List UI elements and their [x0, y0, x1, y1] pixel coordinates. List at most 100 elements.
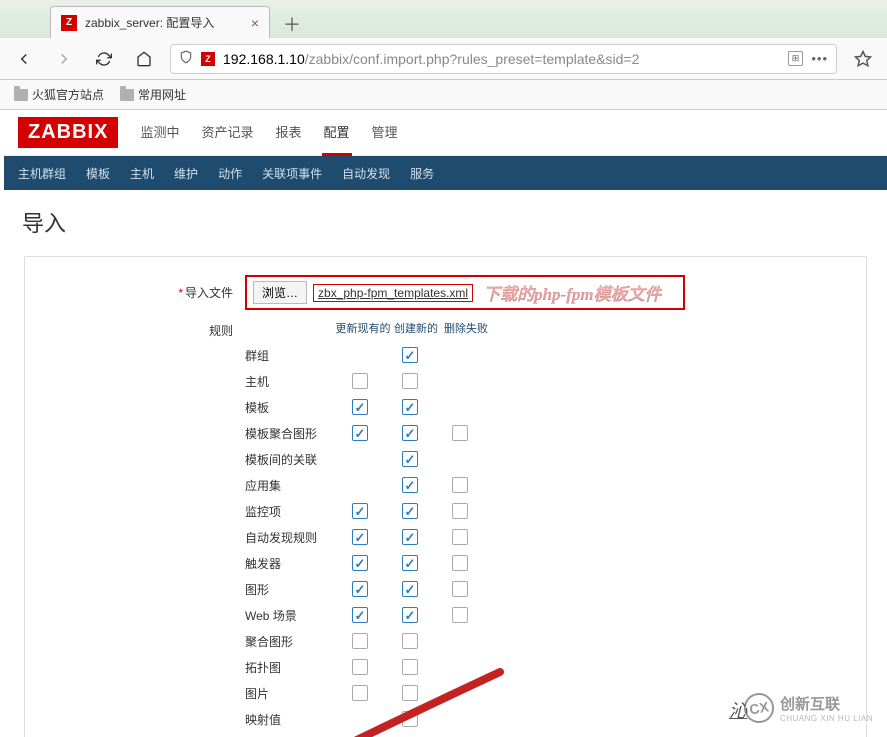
browser-tab[interactable]: Z zabbix_server: 配置导入 × — [50, 6, 270, 38]
checkbox[interactable] — [402, 477, 418, 493]
rule-name: 主机 — [245, 373, 335, 390]
checkbox[interactable] — [352, 425, 368, 441]
rule-name: 模板 — [245, 399, 335, 416]
back-button[interactable] — [10, 45, 38, 73]
top-menu: 监测中资产记录报表配置管理 — [138, 110, 399, 156]
checkbox[interactable] — [352, 659, 368, 675]
checkbox[interactable] — [452, 555, 468, 571]
watermark: CX 创新互联 CHUANG XIN HU LIAN — [744, 693, 873, 723]
checkbox[interactable] — [452, 477, 468, 493]
checkbox[interactable] — [402, 347, 418, 363]
rule-row: 群组 — [245, 342, 491, 368]
checkbox[interactable] — [402, 451, 418, 467]
browse-button[interactable]: 浏览… — [253, 281, 307, 304]
rule-name: 群组 — [245, 347, 335, 364]
sub-nav-item[interactable]: 维护 — [174, 165, 198, 182]
rule-name: 监控项 — [245, 503, 335, 520]
checkbox[interactable] — [352, 399, 368, 415]
url-text: 192.168.1.10/zabbix/conf.import.php?rule… — [223, 51, 780, 67]
checkbox[interactable] — [352, 529, 368, 545]
rule-row: 拓扑图 — [245, 654, 491, 680]
rule-name: 拓扑图 — [245, 659, 335, 676]
checkbox[interactable] — [352, 685, 368, 701]
checkbox[interactable] — [402, 581, 418, 597]
import-file-label: *导入文件 — [175, 284, 245, 301]
tab-title: zabbix_server: 配置导入 — [85, 14, 243, 31]
reader-icon[interactable]: ⊞ — [788, 51, 804, 66]
checkbox[interactable] — [402, 425, 418, 441]
top-menu-item[interactable]: 配置 — [322, 110, 352, 156]
checkbox[interactable] — [352, 373, 368, 389]
folder-icon — [14, 89, 28, 101]
checkbox[interactable] — [402, 555, 418, 571]
rules-head: 更新现有的 创建新的 删除失败 — [245, 320, 491, 336]
top-menu-item[interactable]: 管理 — [370, 110, 400, 156]
rule-row: 自动发现规则 — [245, 524, 491, 550]
sub-nav-item[interactable]: 自动发现 — [342, 165, 390, 182]
checkbox[interactable] — [402, 659, 418, 675]
checkbox[interactable] — [352, 555, 368, 571]
zabbix-page: ZABBIX 监测中资产记录报表配置管理 主机群组模板主机维护动作关联项事件自动… — [0, 110, 887, 737]
rule-row: 图形 — [245, 576, 491, 602]
shield-icon — [179, 50, 193, 67]
sub-nav-item[interactable]: 主机 — [130, 165, 154, 182]
top-menu-item[interactable]: 监测中 — [138, 110, 181, 156]
sub-nav-item[interactable]: 模板 — [86, 165, 110, 182]
checkbox[interactable] — [452, 503, 468, 519]
home-button[interactable] — [130, 45, 158, 73]
bookmark-firefox[interactable]: 火狐官方站点 — [14, 86, 104, 103]
close-icon[interactable]: × — [251, 15, 259, 31]
sub-nav-item[interactable]: 关联项事件 — [262, 165, 322, 182]
rule-row: 应用集 — [245, 472, 491, 498]
checkbox[interactable] — [452, 607, 468, 623]
rule-row: 模板 — [245, 394, 491, 420]
bookmark-common[interactable]: 常用网址 — [120, 86, 186, 103]
checkbox[interactable] — [402, 503, 418, 519]
checkbox[interactable] — [352, 607, 368, 623]
checkbox[interactable] — [402, 399, 418, 415]
checkbox[interactable] — [352, 633, 368, 649]
watermark-icon: CX — [742, 691, 777, 726]
checkbox[interactable] — [402, 685, 418, 701]
rule-row: 触发器 — [245, 550, 491, 576]
sub-nav-item[interactable]: 动作 — [218, 165, 242, 182]
bookmark-star-icon[interactable] — [849, 45, 877, 73]
checkbox[interactable] — [352, 503, 368, 519]
rule-name: Web 场景 — [245, 607, 335, 624]
checkbox[interactable] — [402, 529, 418, 545]
browser-tab-strip: Z zabbix_server: 配置导入 × ＋ — [0, 0, 887, 38]
rule-row: 图片 — [245, 680, 491, 706]
rule-row: 聚合图形 — [245, 628, 491, 654]
checkbox[interactable] — [402, 607, 418, 623]
checkbox[interactable] — [352, 581, 368, 597]
rule-name: 模板聚合图形 — [245, 425, 335, 442]
rule-row: 主机 — [245, 368, 491, 394]
checkbox[interactable] — [402, 633, 418, 649]
checkbox[interactable] — [452, 529, 468, 545]
top-menu-item[interactable]: 报表 — [273, 110, 303, 156]
rule-name: 聚合图形 — [245, 633, 335, 650]
reload-button[interactable] — [90, 45, 118, 73]
more-icon[interactable]: ••• — [811, 51, 828, 66]
file-field-row: *导入文件 浏览… zbx_php-fpm_templates.xml 下载的p… — [175, 275, 846, 310]
url-bar[interactable]: Z 192.168.1.10/zabbix/conf.import.php?ru… — [170, 44, 837, 74]
checkbox[interactable] — [452, 425, 468, 441]
rule-name: 图形 — [245, 581, 335, 598]
zabbix-logo[interactable]: ZABBIX — [18, 117, 118, 148]
rule-name: 自动发现规则 — [245, 529, 335, 546]
rules-label: 规则 — [175, 320, 245, 339]
checkbox[interactable] — [402, 373, 418, 389]
rule-name: 触发器 — [245, 555, 335, 572]
zabbix-header: ZABBIX 监测中资产记录报表配置管理 — [4, 110, 887, 156]
checkbox[interactable] — [402, 711, 418, 727]
forward-button[interactable] — [50, 45, 78, 73]
checkbox[interactable] — [452, 581, 468, 597]
top-menu-item[interactable]: 资产记录 — [199, 110, 255, 156]
sub-nav-item[interactable]: 服务 — [410, 165, 434, 182]
bookmarks-bar: 火狐官方站点 常用网址 — [0, 80, 887, 110]
rule-row: 模板聚合图形 — [245, 420, 491, 446]
zabbix-url-icon: Z — [201, 52, 215, 66]
new-tab-button[interactable]: ＋ — [278, 10, 306, 38]
file-input-box[interactable]: 浏览… zbx_php-fpm_templates.xml 下载的php-fpm… — [245, 275, 685, 310]
sub-nav-item[interactable]: 主机群组 — [18, 165, 66, 182]
